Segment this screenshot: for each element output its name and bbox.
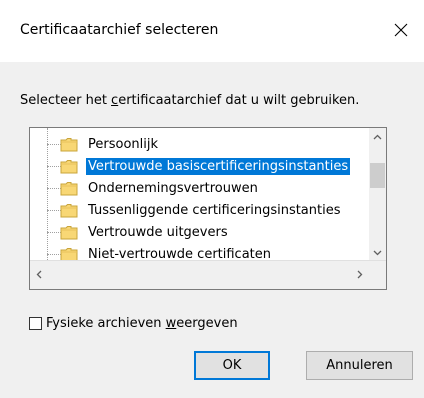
- tree-branch: [47, 144, 61, 145]
- tree-item-untrusted[interactable]: Niet-vertrouwde certificaten: [30, 244, 370, 261]
- title-bar: Certificaatarchief selecteren: [0, 0, 424, 62]
- instruction-text: Selecteer het certificaatarchief dat u w…: [20, 93, 360, 108]
- scroll-down-button[interactable]: [369, 244, 386, 261]
- tree-branch: [47, 210, 61, 211]
- tree-item-personal[interactable]: Persoonlijk: [30, 134, 370, 156]
- show-physical-stores-option[interactable]: Fysieke archieven weergeven: [29, 314, 238, 332]
- folder-icon: [60, 226, 78, 240]
- chevron-up-icon: [373, 134, 382, 139]
- chevron-down-icon: [373, 250, 382, 255]
- vertical-scroll-thumb[interactable]: [370, 163, 385, 188]
- folder-icon: [60, 204, 78, 218]
- tree-items: Persoonlijk Vertrouwde basiscertificerin…: [30, 128, 370, 261]
- scroll-up-button[interactable]: [369, 128, 386, 145]
- tree-item-label: Ondernemingsvertrouwen: [88, 181, 258, 196]
- folder-icon: [60, 248, 78, 261]
- chevron-right-icon: [357, 270, 362, 279]
- tree-item-enterprise-trust[interactable]: Ondernemingsvertrouwen: [30, 178, 370, 200]
- folder-icon: [60, 160, 78, 174]
- folder-icon: [60, 182, 78, 196]
- tree-branch: [47, 166, 61, 167]
- scroll-left-button[interactable]: [30, 261, 47, 288]
- tree-item-trusted-publishers[interactable]: Vertrouwde uitgevers: [30, 222, 370, 244]
- tree-item-label: Niet-vertrouwde certificaten: [88, 247, 272, 261]
- tree-item-intermediate[interactable]: Tussenliggende certificeringsinstanties: [30, 200, 370, 222]
- chevron-left-icon: [36, 270, 41, 279]
- tree-branch: [47, 188, 61, 189]
- tree-item-label: Persoonlijk: [88, 137, 159, 152]
- tree-branch: [47, 254, 61, 255]
- scroll-right-button[interactable]: [351, 261, 368, 288]
- tree-item-label: Vertrouwde uitgevers: [88, 225, 228, 240]
- folder-icon: [60, 138, 78, 152]
- certificate-store-tree[interactable]: Persoonlijk Vertrouwde basiscertificerin…: [29, 127, 387, 290]
- tree-item-trusted-root[interactable]: Vertrouwde basiscertificeringsinstanties: [30, 156, 370, 178]
- horizontal-scrollbar[interactable]: [30, 260, 386, 289]
- tree-branch: [47, 232, 61, 233]
- tree-item-label: Tussenliggende certificeringsinstanties: [88, 203, 341, 218]
- close-button[interactable]: [378, 12, 424, 48]
- certificate-store-dialog: Certificaatarchief selecteren Selecteer …: [0, 0, 424, 398]
- scrollbar-corner: [369, 261, 386, 288]
- close-icon: [394, 23, 408, 37]
- vertical-scrollbar[interactable]: [369, 128, 386, 261]
- cancel-button[interactable]: Annuleren: [306, 351, 413, 380]
- ok-button[interactable]: OK: [194, 351, 270, 380]
- tree-item-label: Vertrouwde basiscertificeringsinstanties: [84, 157, 352, 176]
- show-physical-stores-checkbox[interactable]: [29, 316, 42, 330]
- dialog-title: Certificaatarchief selecteren: [20, 22, 219, 38]
- checkbox-label: Fysieke archieven weergeven: [46, 315, 238, 331]
